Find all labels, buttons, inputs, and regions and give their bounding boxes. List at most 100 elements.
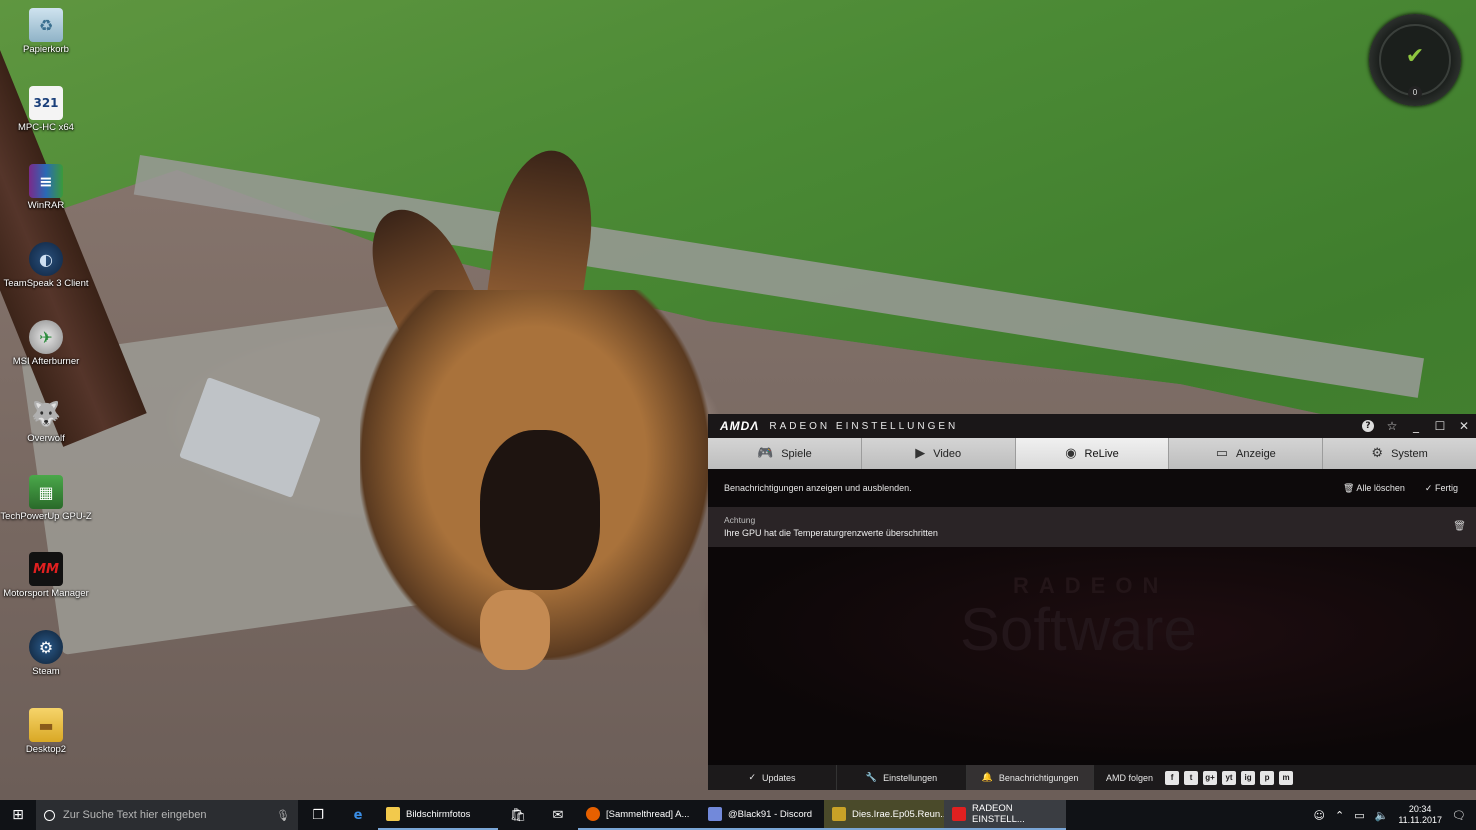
taskbar-app-radeon-settings[interactable]: RADEON EINSTELL... bbox=[944, 800, 1066, 830]
action-center-icon[interactable]: 🗨 bbox=[1452, 809, 1466, 822]
tab-label: Spiele bbox=[781, 447, 812, 460]
favorite-star-icon[interactable]: ☆ bbox=[1380, 419, 1404, 433]
desktop-icon-papierkorb[interactable]: ♻ Papierkorb bbox=[0, 8, 92, 55]
microphone-icon[interactable]: 🎙 bbox=[276, 809, 290, 822]
monitor-icon: ▭ bbox=[1215, 446, 1229, 461]
tab-video[interactable]: ▶ Video bbox=[861, 438, 1016, 469]
desktop-icon-teamspeak[interactable]: ◐ TeamSpeak 3 Client bbox=[0, 242, 92, 289]
taskbar-app-label: @Black91 - Discord bbox=[728, 808, 813, 820]
folder-icon: ▬ bbox=[29, 708, 63, 742]
edge-button[interactable]: e bbox=[338, 800, 378, 830]
widget-count: 0 bbox=[1408, 86, 1422, 100]
delete-notification-icon[interactable]: 🗑 bbox=[1453, 521, 1466, 532]
steam-icon: ⚙ bbox=[29, 630, 63, 664]
taskbar: ⊞ Zur Suche Text hier eingeben 🎙 ❐ e Bil… bbox=[0, 800, 1476, 830]
instagram-icon[interactable]: ig bbox=[1241, 770, 1256, 785]
people-icon[interactable]: ☺ bbox=[1314, 809, 1325, 822]
show-hidden-icons-icon[interactable]: ⌃ bbox=[1335, 809, 1344, 822]
content-area: RADEON Software bbox=[708, 547, 1476, 760]
taskbar-app-label: Dies.Irae.Ep05.Reun... bbox=[852, 808, 949, 820]
window-titlebar[interactable]: AMDΛ RADEON EINSTELLUNGEN ? ☆ _ ☐ ✕ bbox=[708, 414, 1476, 438]
tab-relive[interactable]: ◉ ReLive bbox=[1015, 438, 1170, 469]
folder-icon bbox=[386, 807, 400, 821]
twitter-icon[interactable]: t bbox=[1184, 770, 1199, 785]
google-plus-icon[interactable]: g+ bbox=[1203, 770, 1218, 785]
notification-title: Achtung bbox=[724, 515, 756, 525]
msi-afterburner-icon: ✈ bbox=[29, 320, 63, 354]
clear-all-label: Alle löschen bbox=[1356, 482, 1405, 493]
clear-all-button[interactable]: 🗑 Alle löschen bbox=[1343, 483, 1405, 494]
notifications-hint: Benachrichtigungen anzeigen und ausblend… bbox=[724, 483, 912, 493]
updates-button[interactable]: ✓ Updates bbox=[708, 765, 837, 790]
close-button[interactable]: ✕ bbox=[1452, 419, 1476, 433]
clock[interactable]: 20:34 11.11.2017 bbox=[1398, 804, 1442, 826]
check-icon: ✔ bbox=[1405, 44, 1425, 69]
tab-label: ReLive bbox=[1084, 447, 1119, 460]
taskbar-app-video-player[interactable]: Dies.Irae.Ep05.Reun... bbox=[824, 800, 948, 830]
desktop-icon-msi-afterburner[interactable]: ✈ MSI Afterburner bbox=[0, 320, 92, 367]
overwolf-icon: 🐺 bbox=[31, 400, 61, 428]
trash-icon: 🗑 bbox=[1342, 483, 1355, 494]
gamepad-icon: 🎮 bbox=[757, 446, 774, 461]
desktop-icon-gpu-z[interactable]: ▦ TechPowerUp GPU-Z bbox=[0, 475, 92, 522]
settings-button[interactable]: 🔧 Einstellungen bbox=[837, 765, 967, 790]
desktop-icon-motorsport-manager[interactable]: MM Motorsport Manager bbox=[0, 552, 92, 599]
firefox-icon bbox=[586, 807, 600, 821]
tab-label: Video bbox=[933, 447, 962, 460]
done-label: Fertig bbox=[1434, 482, 1458, 493]
taskbar-app-label: [Sammelthread] A... bbox=[606, 808, 690, 820]
volume-icon[interactable]: 🔈 bbox=[1375, 809, 1389, 822]
video-player-icon bbox=[832, 807, 846, 821]
clock-date: 11.11.2017 bbox=[1398, 815, 1443, 825]
mail-button[interactable]: ✉ bbox=[538, 800, 578, 830]
bell-icon: 🔔 bbox=[981, 772, 993, 783]
gpu-z-icon: ▦ bbox=[29, 475, 63, 509]
desktop-icon-steam[interactable]: ⚙ Steam bbox=[0, 630, 92, 677]
tab-label: System bbox=[1391, 447, 1428, 460]
radeon-icon bbox=[952, 807, 966, 821]
updates-label: Updates bbox=[762, 772, 796, 783]
tab-anzeige[interactable]: ▭ Anzeige bbox=[1169, 438, 1324, 469]
task-view-button[interactable]: ❐ bbox=[298, 800, 338, 830]
start-button[interactable]: ⊞ bbox=[0, 800, 36, 830]
motorsport-manager-icon: MM bbox=[29, 552, 63, 586]
desktop-icon-overwolf[interactable]: 🐺 Overwolf bbox=[0, 397, 92, 444]
tab-system[interactable]: ⚙ System bbox=[1323, 438, 1476, 469]
clock-time: 20:34 bbox=[1408, 804, 1432, 814]
discord-icon bbox=[708, 807, 722, 821]
done-button[interactable]: ✓ Fertig bbox=[1425, 483, 1458, 494]
desktop-icon-winrar[interactable]: ≡ WinRAR bbox=[0, 164, 92, 211]
mail-icon[interactable]: m bbox=[1279, 770, 1294, 785]
maximize-button[interactable]: ☐ bbox=[1428, 419, 1452, 433]
minimize-button[interactable]: _ bbox=[1404, 419, 1428, 433]
pinterest-icon[interactable]: p bbox=[1260, 770, 1275, 785]
mpc-hc-icon: 321 bbox=[29, 86, 63, 120]
window-footer: ✓ Updates 🔧 Einstellungen 🔔 Benachrichti… bbox=[708, 765, 1476, 790]
notifications-toolbar: Benachrichtigungen anzeigen und ausblend… bbox=[708, 469, 1476, 507]
desktop-icon-mpc-hc[interactable]: 321 MPC-HC x64 bbox=[0, 86, 92, 133]
social-links: f t g+ yt ig p m bbox=[1165, 770, 1294, 785]
radeon-settings-window: AMDΛ RADEON EINSTELLUNGEN ? ☆ _ ☐ ✕ 🎮 Sp… bbox=[708, 414, 1476, 790]
notifications-button[interactable]: 🔔 Benachrichtigungen bbox=[967, 765, 1094, 790]
winrar-icon: ≡ bbox=[29, 164, 63, 198]
overlay-widget[interactable]: ✔ 0 bbox=[1369, 14, 1461, 106]
tab-spiele[interactable]: 🎮 Spiele bbox=[708, 438, 862, 469]
cortana-icon bbox=[44, 809, 55, 821]
desktop-icon-desktop2[interactable]: ▬ Desktop2 bbox=[0, 708, 92, 755]
windows-logo-icon: ⊞ bbox=[12, 807, 24, 823]
help-icon[interactable]: ? bbox=[1362, 420, 1374, 432]
youtube-icon[interactable]: yt bbox=[1222, 770, 1237, 785]
notification-item[interactable]: Achtung Ihre GPU hat die Temperaturgrenz… bbox=[708, 507, 1476, 547]
checkmark-icon: ✓ bbox=[1424, 483, 1433, 494]
store-button[interactable]: 🛍 bbox=[498, 800, 538, 830]
search-box[interactable]: Zur Suche Text hier eingeben 🎙 bbox=[36, 800, 298, 830]
settings-label: Einstellungen bbox=[883, 772, 938, 783]
notifications-label: Benachrichtigungen bbox=[998, 772, 1079, 783]
taskbar-app-discord[interactable]: @Black91 - Discord bbox=[700, 800, 824, 830]
taskbar-app-bildschirmfotos[interactable]: Bildschirmfotos bbox=[378, 800, 498, 830]
taskbar-app-firefox[interactable]: [Sammelthread] A... bbox=[578, 800, 700, 830]
relive-icon: ◉ bbox=[1065, 446, 1077, 461]
facebook-icon[interactable]: f bbox=[1165, 770, 1180, 785]
tab-label: Anzeige bbox=[1236, 447, 1276, 460]
network-icon[interactable]: ▭ bbox=[1354, 809, 1364, 822]
